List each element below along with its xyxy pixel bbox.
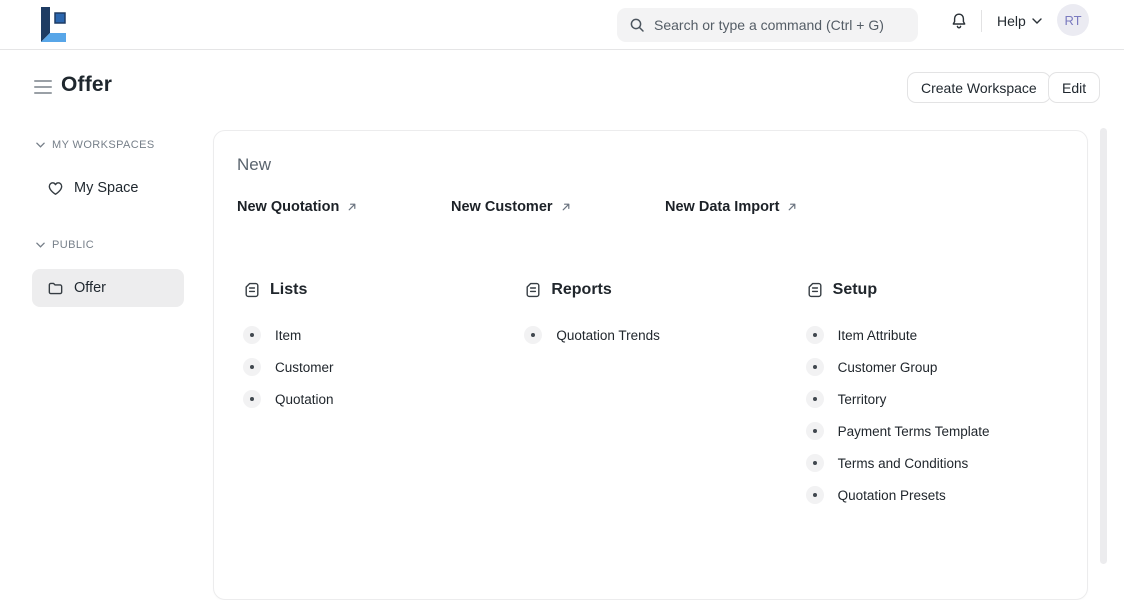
avatar-initials: RT [1064, 13, 1081, 28]
bullet-icon [806, 390, 824, 408]
shortcut-new-customer[interactable]: New Customer [451, 199, 665, 215]
sidebar-item-label: My Space [74, 180, 138, 196]
column-header: Reports [524, 281, 805, 299]
link-item[interactable]: Payment Terms Template [806, 415, 1087, 447]
folder-icon [47, 280, 64, 297]
shortcut-label: New Customer [451, 199, 553, 215]
link-item[interactable]: Customer Group [806, 351, 1087, 383]
edit-button[interactable]: Edit [1048, 72, 1100, 103]
bullet-icon [524, 326, 542, 344]
shortcut-label: New Data Import [665, 199, 779, 215]
bullet-icon [806, 422, 824, 440]
column-header: Setup [806, 281, 1087, 299]
column-setup: Setup Item Attribute Customer Group Terr… [806, 281, 1087, 511]
chevron-down-icon [36, 142, 45, 148]
sidebar-section-public[interactable]: PUBLIC [36, 239, 94, 251]
workspace-card: New New Quotation New Customer New Data … [213, 130, 1088, 600]
link-item[interactable]: Quotation Trends [524, 319, 805, 351]
new-section-title: New [237, 155, 1087, 175]
column-lists: Lists Item Customer Quotation [243, 281, 524, 511]
shortcut-label: New Quotation [237, 199, 339, 215]
search-placeholder: Search or type a command (Ctrl + G) [654, 17, 884, 33]
column-items: Item Attribute Customer Group Territory … [806, 319, 1087, 511]
sidebar-toggle-icon[interactable] [34, 80, 52, 94]
column-reports: Reports Quotation Trends [524, 281, 805, 511]
sidebar-item-my-space[interactable]: My Space [32, 169, 184, 207]
link-item[interactable]: Item [243, 319, 524, 351]
bullet-icon [243, 390, 261, 408]
arrow-up-right-icon [560, 201, 572, 213]
link-item[interactable]: Territory [806, 383, 1087, 415]
shortcut-row: New Quotation New Customer New Data Impo… [237, 199, 1087, 215]
help-menu[interactable]: Help [997, 10, 1042, 32]
app-logo-icon[interactable] [33, 5, 73, 45]
arrow-up-right-icon [786, 201, 798, 213]
document-icon [806, 281, 824, 299]
link-item[interactable]: Customer [243, 351, 524, 383]
document-icon [524, 281, 542, 299]
global-search-input[interactable]: Search or type a command (Ctrl + G) [617, 8, 918, 42]
link-item[interactable]: Terms and Conditions [806, 447, 1087, 479]
vertical-scrollbar[interactable] [1100, 128, 1107, 564]
chevron-down-icon [36, 242, 45, 248]
section-label-text: MY WORKSPACES [52, 139, 155, 151]
column-items: Item Customer Quotation [243, 319, 524, 415]
page-title: Offer [61, 73, 112, 97]
section-label-text: PUBLIC [52, 239, 94, 251]
column-header: Lists [243, 281, 524, 299]
help-label: Help [997, 13, 1026, 29]
sidebar-item-label: Offer [74, 280, 106, 296]
notifications-bell-icon[interactable] [946, 8, 972, 34]
sidebar-section-my-workspaces[interactable]: MY WORKSPACES [36, 139, 155, 151]
top-bar: Search or type a command (Ctrl + G) Help… [0, 0, 1124, 50]
document-icon [243, 281, 261, 299]
create-workspace-button[interactable]: Create Workspace [907, 72, 1051, 103]
link-columns: Lists Item Customer Quotation [243, 281, 1087, 511]
bullet-icon [243, 358, 261, 376]
shortcut-new-data-import[interactable]: New Data Import [665, 199, 879, 215]
column-title: Lists [270, 281, 307, 299]
link-item[interactable]: Item Attribute [806, 319, 1087, 351]
heart-icon [47, 180, 64, 197]
column-title: Setup [833, 281, 877, 299]
sidebar-item-offer[interactable]: Offer [32, 269, 184, 307]
bullet-icon [806, 358, 824, 376]
bullet-icon [243, 326, 261, 344]
shortcut-new-quotation[interactable]: New Quotation [237, 199, 451, 215]
column-items: Quotation Trends [524, 319, 805, 351]
link-item[interactable]: Quotation Presets [806, 479, 1087, 511]
bullet-icon [806, 486, 824, 504]
user-avatar[interactable]: RT [1057, 4, 1089, 36]
chevron-down-icon [1032, 18, 1042, 24]
link-item[interactable]: Quotation [243, 383, 524, 415]
topbar-divider [981, 10, 982, 32]
search-icon [629, 17, 645, 33]
column-title: Reports [551, 281, 611, 299]
bullet-icon [806, 326, 824, 344]
bullet-icon [806, 454, 824, 472]
arrow-up-right-icon [346, 201, 358, 213]
